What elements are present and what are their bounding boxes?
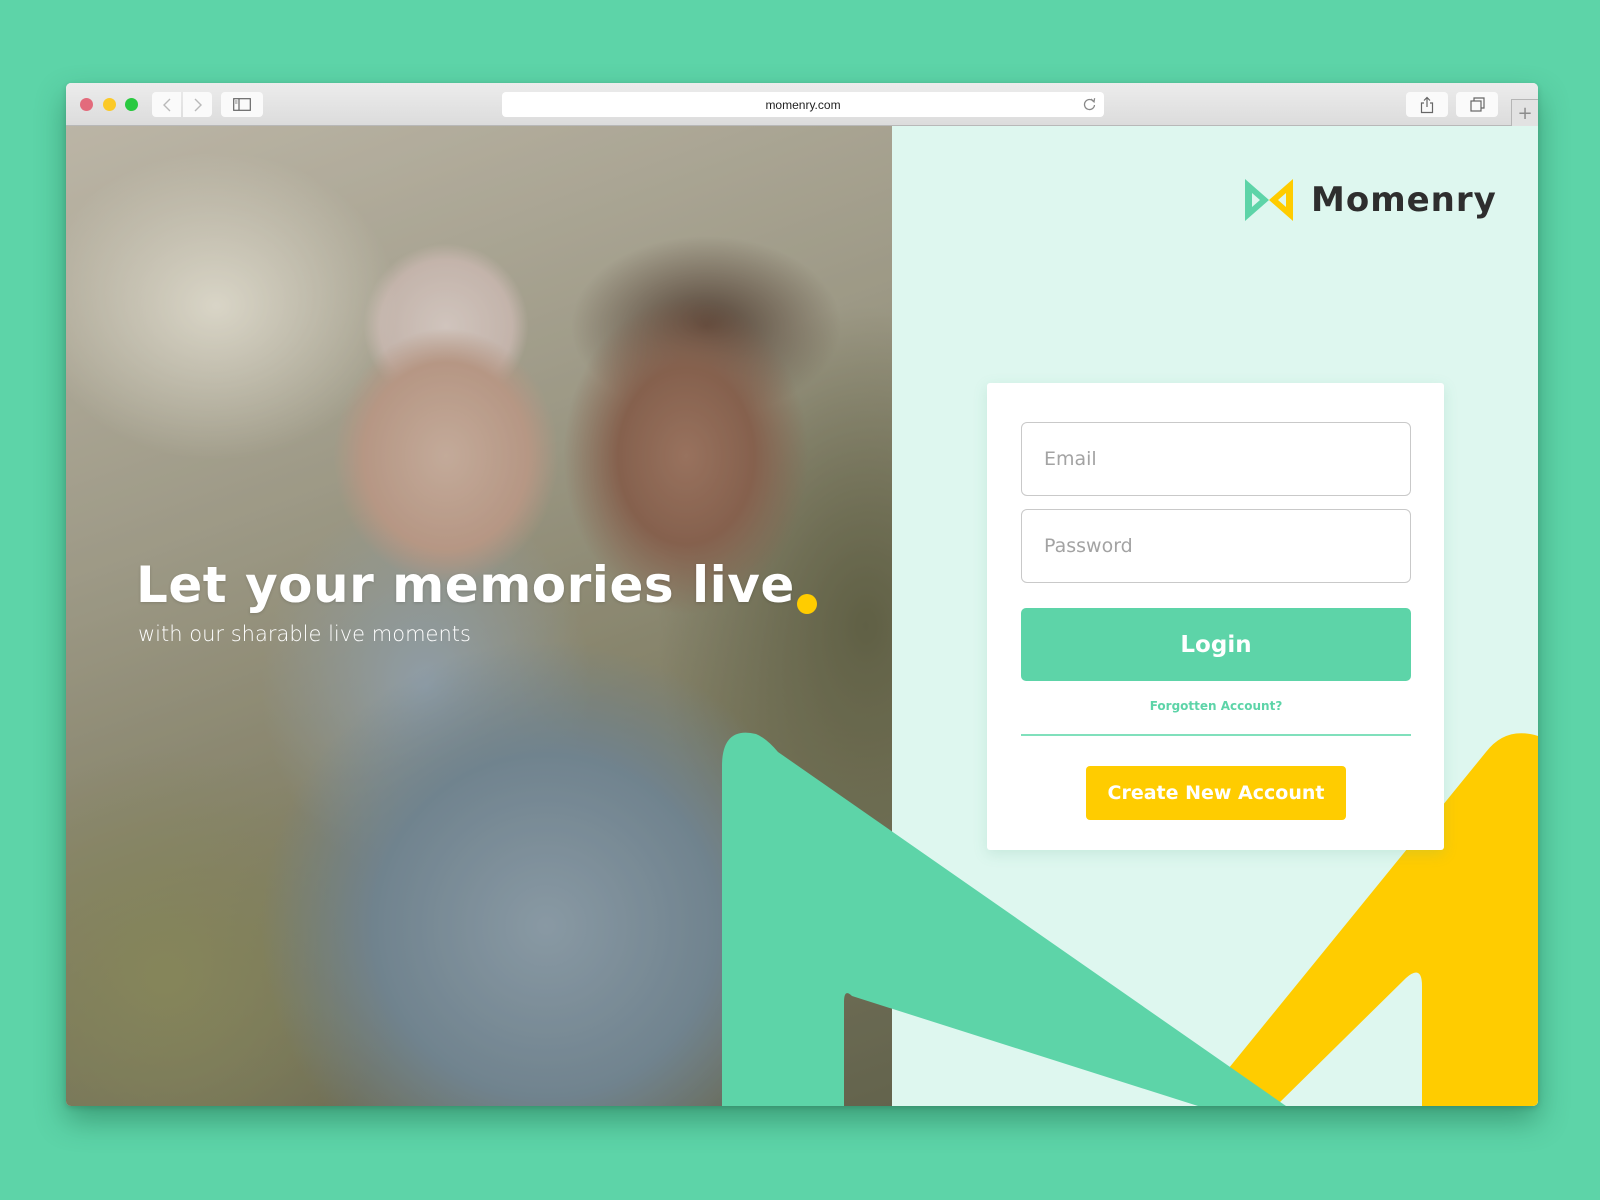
hero-title: Let your memories live xyxy=(136,556,795,614)
forward-button[interactable] xyxy=(183,92,212,117)
minimize-window-button[interactable] xyxy=(103,98,116,111)
brand-logo: Momenry xyxy=(1243,177,1497,223)
chevron-left-icon xyxy=(162,98,170,111)
photo-overlay xyxy=(66,126,892,1106)
share-icon xyxy=(1420,96,1434,113)
tabs-icon xyxy=(1469,97,1485,112)
address-bar[interactable]: momenry.com xyxy=(502,92,1104,117)
chevron-right-icon xyxy=(194,98,202,111)
sidebar-toggle-button[interactable] xyxy=(221,92,263,117)
plus-icon: + xyxy=(1517,102,1533,124)
login-card: Login Forgotten Account? Create New Acco… xyxy=(987,383,1444,850)
url-text: momenry.com xyxy=(765,97,841,112)
hero-subtitle: with our sharable live moments xyxy=(138,622,471,646)
hero-photo: Let your memories live with our sharable… xyxy=(66,126,892,1106)
reload-button[interactable] xyxy=(1083,97,1096,114)
back-button[interactable] xyxy=(152,92,181,117)
browser-window: momenry.com + Let your memories live wit… xyxy=(66,83,1538,1106)
sidebar-icon xyxy=(233,98,251,111)
login-button[interactable]: Login xyxy=(1021,608,1411,681)
form-divider xyxy=(1021,734,1411,736)
close-window-button[interactable] xyxy=(80,98,93,111)
reload-icon xyxy=(1083,98,1096,111)
forgotten-account-link[interactable]: Forgotten Account? xyxy=(1021,699,1411,713)
hero-accent-dot xyxy=(797,594,817,614)
maximize-window-button[interactable] xyxy=(125,98,138,111)
create-account-button[interactable]: Create New Account xyxy=(1086,766,1346,820)
password-input[interactable] xyxy=(1021,509,1411,583)
browser-toolbar: momenry.com + xyxy=(66,83,1538,126)
page-content: Let your memories live with our sharable… xyxy=(66,126,1538,1106)
share-button[interactable] xyxy=(1406,92,1448,117)
show-tabs-button[interactable] xyxy=(1456,92,1498,117)
email-input[interactable] xyxy=(1021,422,1411,496)
momenry-logo-icon xyxy=(1245,179,1293,221)
brand-name: Momenry xyxy=(1311,180,1497,220)
new-tab-button[interactable]: + xyxy=(1511,99,1538,126)
